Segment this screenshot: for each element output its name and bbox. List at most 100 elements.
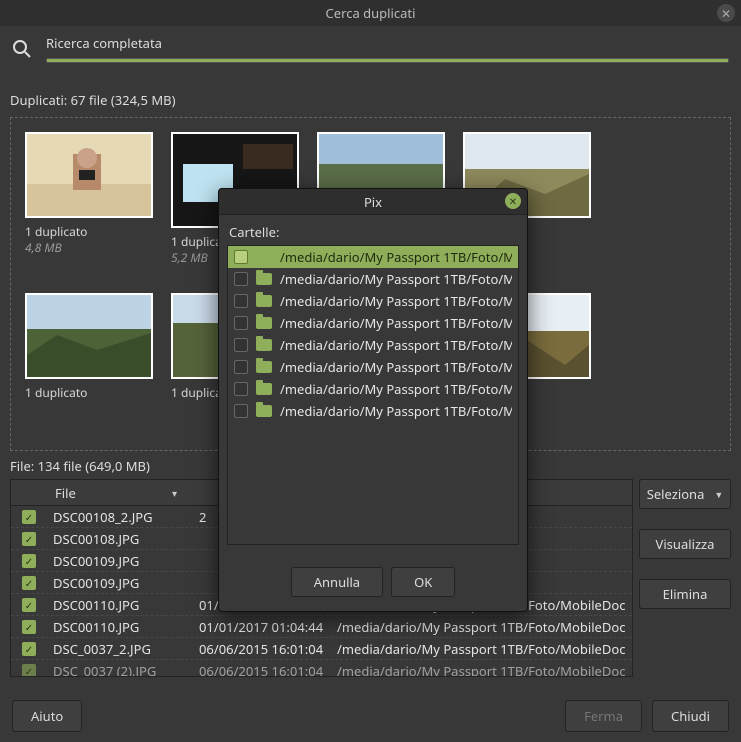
help-label: Aiuto [31, 707, 63, 725]
folder-row[interactable]: /media/dario/My Passport 1TB/Foto/Mobi [228, 290, 518, 312]
folder-checkbox[interactable] [234, 272, 248, 286]
search-row: Ricerca completata [0, 26, 741, 67]
help-button[interactable]: Aiuto [12, 700, 82, 732]
cell-filename: DSC00110.JPG [47, 618, 199, 636]
check-icon: ✓ [22, 598, 36, 612]
folder-icon [256, 405, 272, 417]
select-button[interactable]: Seleziona ▼ [639, 479, 731, 509]
folder-row[interactable]: /media/dario/My Passport 1TB/Foto/Mobi [228, 268, 518, 290]
row-checkbox[interactable]: ✓ [11, 576, 47, 590]
folder-path: /media/dario/My Passport 1TB/Foto/Mobi [280, 402, 512, 420]
view-button[interactable]: Visualizza [639, 529, 731, 559]
delete-button[interactable]: Elimina [639, 579, 731, 609]
close-icon: ✕ [509, 194, 517, 208]
sort-indicator-icon: ▾ [172, 486, 177, 500]
cell-filename: DSC_0037_2.JPG [47, 640, 199, 658]
progress-fill [47, 59, 728, 62]
thumbnail-image [317, 132, 445, 192]
thumbnail-item[interactable]: 1 duplicato [25, 293, 153, 401]
folder-row[interactable]: /media/dario/My Passport 1TB/Foto/Mobi [228, 400, 518, 422]
row-checkbox[interactable]: ✓ [11, 598, 47, 612]
folder-icon [256, 251, 272, 263]
close-button[interactable]: Chiudi [652, 700, 729, 732]
folder-row[interactable]: /media/dario/My Passport 1TB/Foto/Mobi [228, 246, 518, 268]
folder-checkbox[interactable] [234, 250, 248, 264]
row-checkbox[interactable]: ✓ [11, 620, 47, 634]
row-checkbox[interactable]: ✓ [11, 642, 47, 656]
header-file-column[interactable]: File ▾ [47, 484, 187, 502]
folder-checkbox[interactable] [234, 294, 248, 308]
folder-row[interactable]: /media/dario/My Passport 1TB/Foto/Mobi [228, 378, 518, 400]
cell-path: /media/dario/My Passport 1TB/Foto/Mobile… [337, 618, 626, 636]
check-icon: ✓ [22, 510, 36, 524]
folder-path: /media/dario/My Passport 1TB/Foto/Mobi [280, 292, 512, 310]
dialog-close-button[interactable]: ✕ [505, 193, 521, 209]
table-row[interactable]: ✓DSC_0037_2.JPG06/06/2015 16:01:04/media… [11, 638, 632, 660]
view-label: Visualizza [656, 535, 715, 553]
delete-label: Elimina [663, 585, 708, 603]
folder-icon [256, 273, 272, 285]
folder-path: /media/dario/My Passport 1TB/Foto/Mobi [280, 380, 512, 398]
window-title: Cerca duplicati [326, 4, 416, 22]
check-icon: ✓ [22, 554, 36, 568]
row-checkbox[interactable]: ✓ [11, 554, 47, 568]
stop-button: Ferma [565, 700, 642, 732]
cell-date: 06/06/2015 16:01:04 [199, 640, 337, 658]
dialog-buttons: Annulla OK [219, 553, 527, 611]
cancel-button[interactable]: Annulla [291, 567, 383, 597]
check-icon: ✓ [22, 576, 36, 590]
row-checkbox[interactable]: ✓ [11, 664, 47, 677]
ok-button[interactable]: OK [391, 567, 455, 597]
folder-path: /media/dario/My Passport 1TB/Foto/Mobi [280, 336, 512, 354]
duplicates-summary: Duplicati: 67 file (324,5 MB) [0, 67, 741, 113]
folder-icon [256, 361, 272, 373]
folder-path: /media/dario/My Passport 1TB/Foto/Mobi [280, 314, 512, 332]
folder-row[interactable]: /media/dario/My Passport 1TB/Foto/Mobi [228, 356, 518, 378]
chevron-down-icon: ▼ [714, 488, 723, 501]
search-icon [12, 39, 32, 59]
folder-path: /media/dario/My Passport 1TB/Foto/Mobi [280, 270, 512, 288]
cell-filename: DSC00110.JPG [47, 596, 199, 614]
cell-path: /media/dario/My Passport 1TB/Foto/Mobile… [337, 640, 626, 658]
progress-bar [46, 58, 729, 63]
folder-icon [256, 295, 272, 307]
table-row[interactable]: ✓DSC_0037 (2).JPG06/06/2015 16:01:04/med… [11, 660, 632, 677]
titlebar: Cerca duplicati ✕ [0, 0, 741, 26]
table-row[interactable]: ✓DSC00110.JPG01/01/2017 01:04:44/media/d… [11, 616, 632, 638]
cell-filename: DSC_0037 (2).JPG [47, 662, 199, 677]
select-label: Seleziona [647, 485, 705, 503]
window-close-button[interactable]: ✕ [717, 4, 735, 22]
row-checkbox[interactable]: ✓ [11, 532, 47, 546]
folder-checkbox[interactable] [234, 382, 248, 396]
cell-filename: DSC00108_2.JPG [47, 508, 199, 526]
thumb-caption: 1 duplicato [25, 385, 153, 401]
folder-list: /media/dario/My Passport 1TB/Foto/Mobi/m… [227, 245, 519, 545]
folder-path: /media/dario/My Passport 1TB/Foto/Mobi [280, 248, 512, 266]
folder-icon [256, 339, 272, 351]
dialog-label: Cartelle: [229, 223, 519, 241]
cell-path: /media/dario/My Passport 1TB/Foto/Mobile… [337, 662, 626, 677]
folder-checkbox[interactable] [234, 338, 248, 352]
dialog-title: Pix [364, 193, 382, 211]
ok-label: OK [414, 573, 432, 591]
thumbnail-item[interactable]: 1 duplicato 4,8 MB [25, 132, 153, 265]
folder-dialog: Pix ✕ Cartelle: /media/dario/My Passport… [218, 188, 528, 612]
folder-icon [256, 383, 272, 395]
row-checkbox[interactable]: ✓ [11, 510, 47, 524]
folder-checkbox[interactable] [234, 316, 248, 330]
cancel-label: Annulla [314, 573, 360, 591]
stop-label: Ferma [584, 707, 623, 725]
thumb-size: 4,8 MB [25, 240, 153, 256]
cell-filename: DSC00108.JPG [47, 530, 199, 548]
check-icon: ✓ [22, 532, 36, 546]
folder-checkbox[interactable] [234, 360, 248, 374]
search-status: Ricerca completata [46, 34, 729, 52]
cell-date: 06/06/2015 16:01:04 [199, 662, 337, 677]
folder-row[interactable]: /media/dario/My Passport 1TB/Foto/Mobi [228, 334, 518, 356]
folder-checkbox[interactable] [234, 404, 248, 418]
folder-row[interactable]: /media/dario/My Passport 1TB/Foto/Mobi [228, 312, 518, 334]
cell-date: 01/01/2017 01:04:44 [199, 618, 337, 636]
thumb-caption: 1 duplicato [25, 224, 153, 240]
footer: Aiuto Ferma Chiudi [0, 690, 741, 742]
close-label: Chiudi [671, 707, 710, 725]
